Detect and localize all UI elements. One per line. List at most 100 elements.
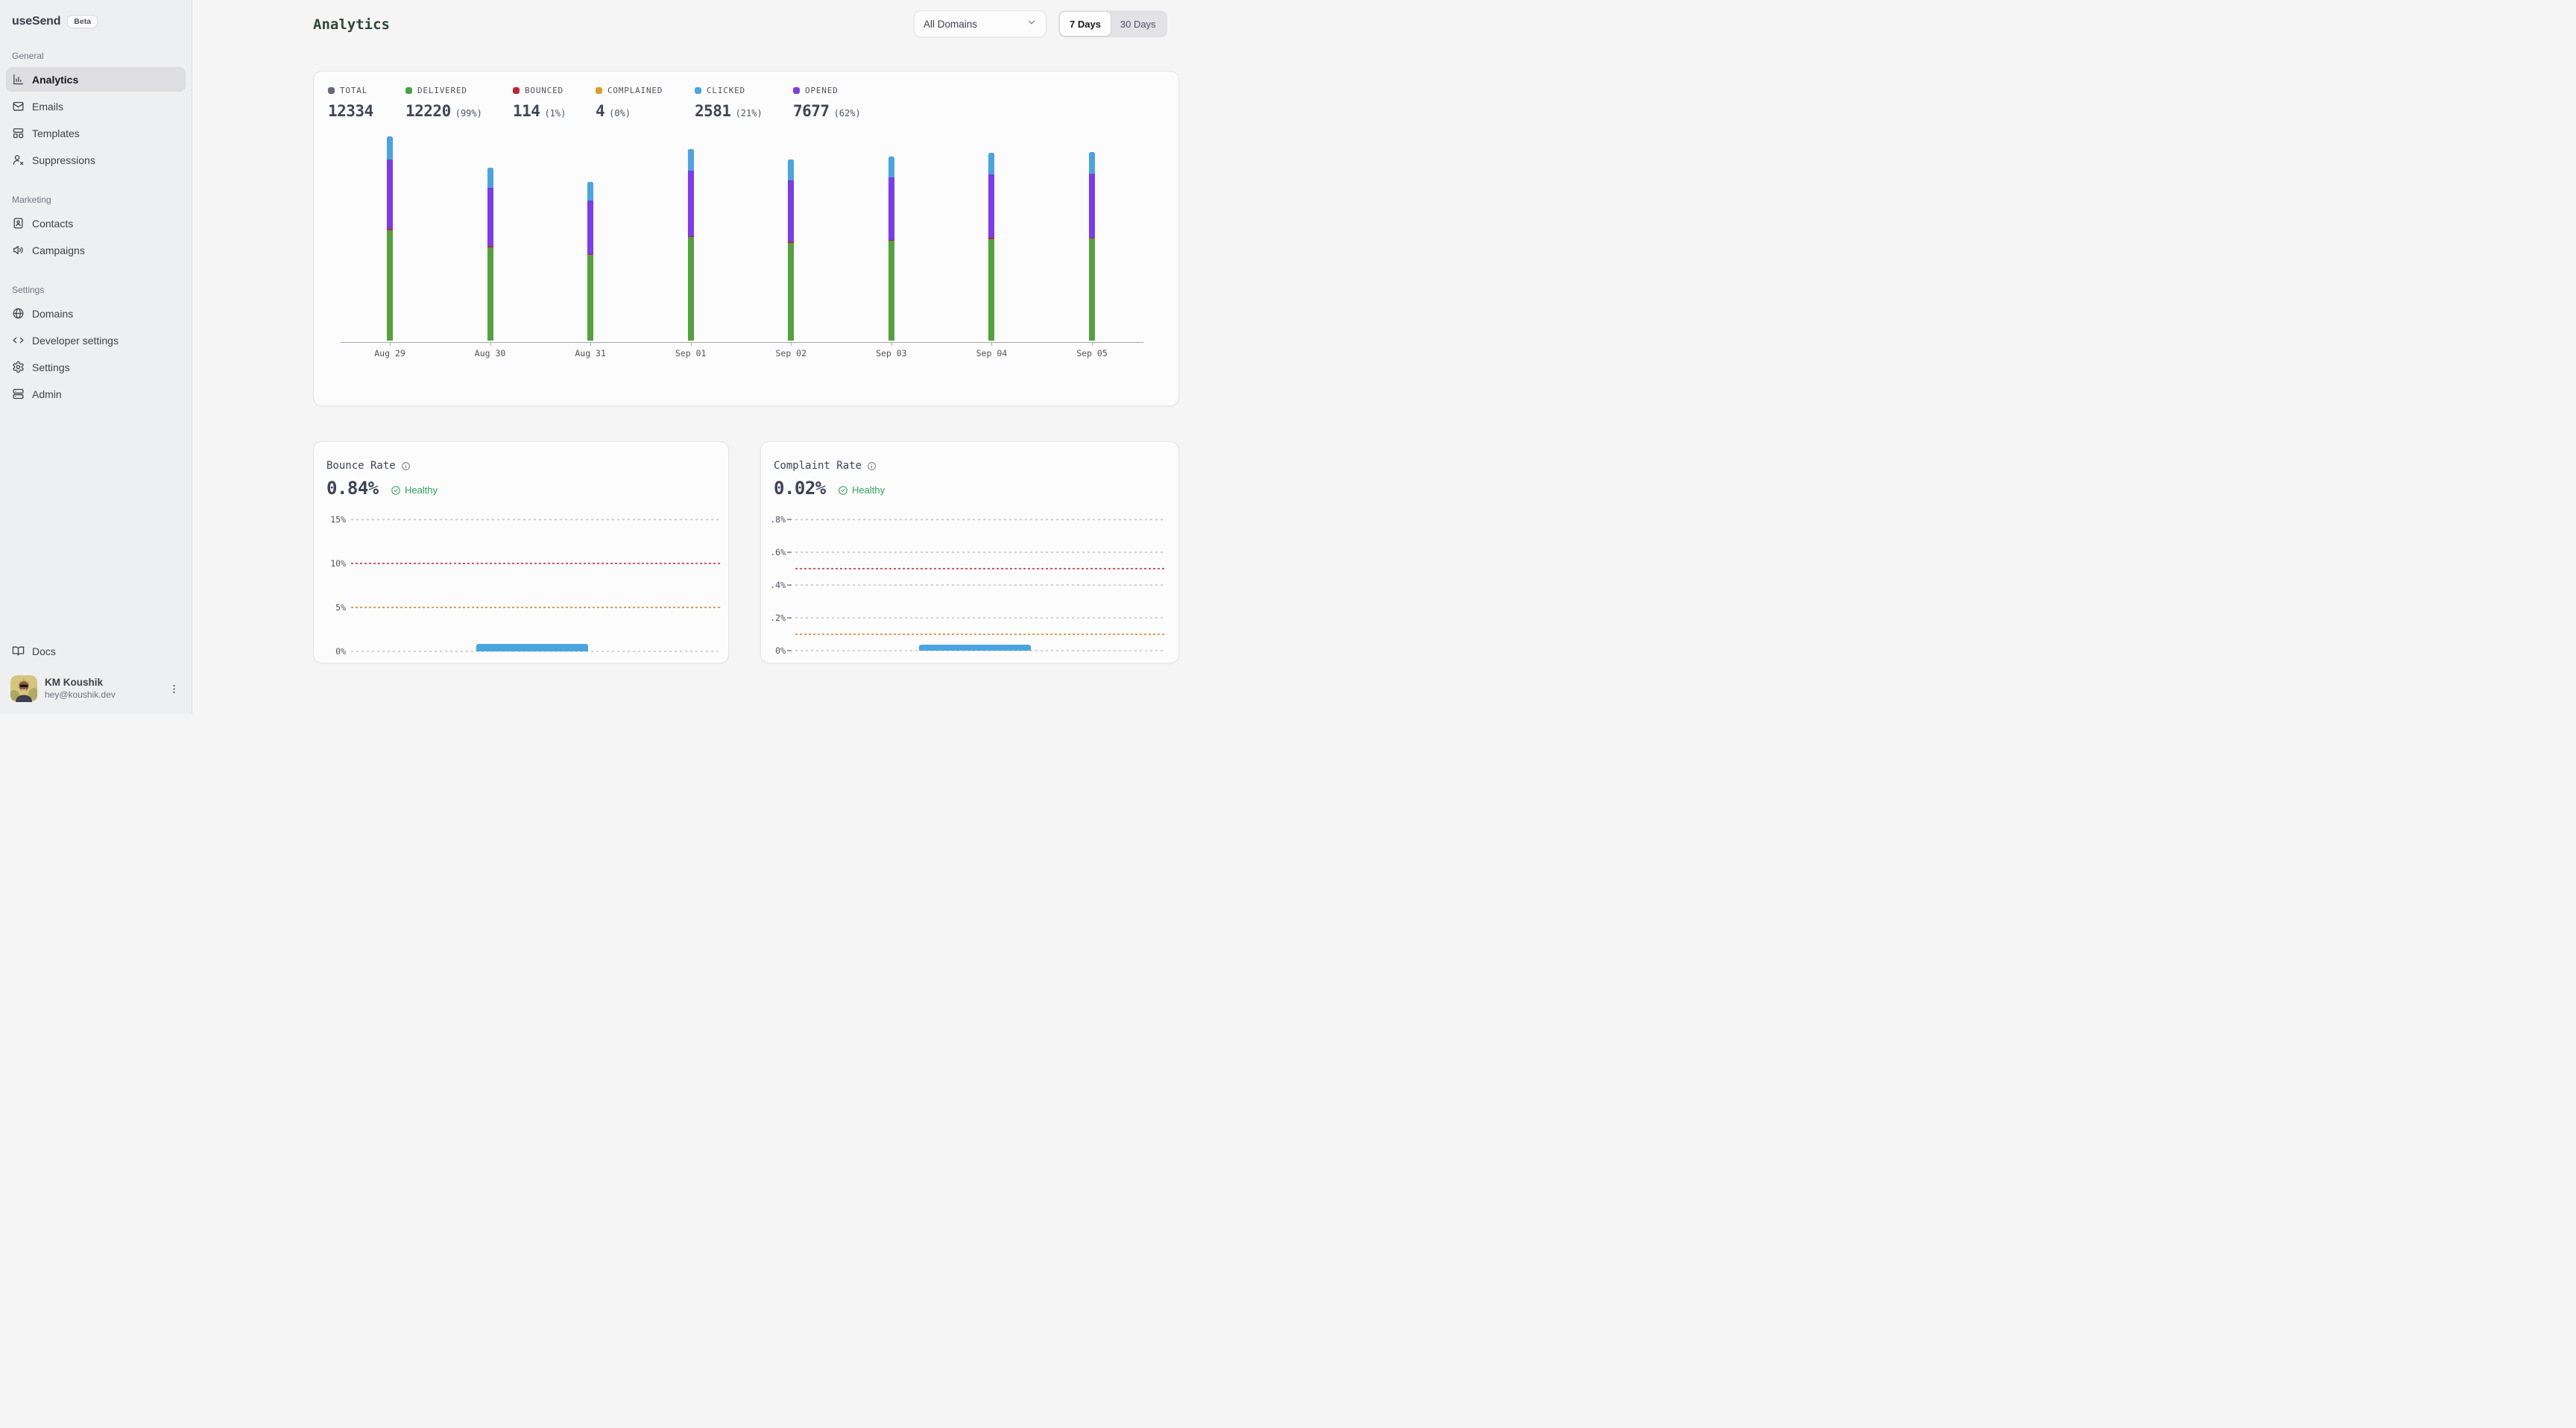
sidebar: useSend Beta General Analytics Emails Templ… — [0, 0, 192, 714]
sidebar-item-label: Admin — [32, 389, 62, 399]
sidebar-item-admin[interactable]: Admin — [6, 382, 186, 406]
x-axis-label: Aug 29 — [364, 348, 416, 358]
info-icon[interactable] — [867, 461, 877, 471]
bar-segment-opened — [487, 188, 493, 247]
legend-dot — [405, 87, 412, 94]
sidebar-item-label: Suppressions — [32, 155, 95, 165]
stat-percent: (21%) — [736, 108, 763, 119]
y-axis-tick — [787, 584, 792, 586]
bar-segment-delivered — [1089, 238, 1095, 341]
domain-filter-value: All Domains — [924, 19, 977, 30]
stat-delivered: DELIVERED 12220(99%) — [405, 85, 482, 120]
y-axis-tick — [787, 650, 792, 651]
sidebar-item-label: Emails — [32, 101, 63, 112]
stat-label: DELIVERED — [417, 86, 467, 95]
sidebar-item-label: Templates — [32, 128, 80, 139]
complaint-rate-card: Complaint Rate 0.02% Healthy .8%.6%.4%.2… — [760, 441, 1179, 663]
x-axis-tick — [490, 343, 491, 346]
date-range-toggle: 7 Days 30 Days — [1058, 10, 1167, 37]
complaint-rate-value: 0.02% — [774, 478, 826, 499]
x-axis-label: Aug 31 — [564, 348, 616, 358]
stat-label: BOUNCED — [525, 86, 564, 95]
status-label: Healthy — [405, 484, 438, 496]
stacked-bar-sep-04 — [988, 153, 994, 341]
stat-bounced: BOUNCED114(1%) — [513, 85, 566, 120]
stat-value-row: 12220(99%) — [405, 102, 482, 120]
app-name: useSend — [12, 15, 60, 28]
x-axis-tick — [390, 343, 391, 346]
x-axis-tick — [590, 343, 591, 346]
avatar — [10, 675, 37, 702]
stat-label: TOTAL — [340, 86, 367, 95]
x-axis-label: Sep 05 — [1066, 348, 1118, 358]
bar-segment-clicked — [487, 168, 493, 187]
sidebar-item-domains[interactable]: Domains — [6, 301, 186, 326]
y-axis-label: 0% — [324, 646, 346, 657]
legend-dot — [328, 87, 335, 94]
stacked-bar-aug-29 — [387, 136, 393, 341]
sidebar-item-suppressions[interactable]: Suppressions — [6, 148, 186, 172]
bounce-rate-card: Bounce Rate 0.84% Healthy 15%10%5%0% — [313, 441, 729, 663]
legend-dot — [793, 87, 800, 94]
sidebar-item-templates[interactable]: Templates — [6, 121, 186, 145]
domain-filter-select[interactable]: All Domains — [914, 10, 1046, 37]
x-axis-tick — [991, 343, 992, 346]
sidebar-item-analytics[interactable]: Analytics — [6, 67, 186, 92]
legend-dot — [596, 87, 602, 94]
bar-segment-clicked — [688, 149, 694, 171]
layout-icon — [12, 127, 25, 139]
mail-icon — [12, 100, 25, 113]
stacked-bar-sep-01 — [688, 149, 694, 341]
range-option-30-days[interactable]: 30 Days — [1111, 12, 1166, 36]
y-axis-label: 5% — [324, 602, 346, 613]
sidebar-item-label: Contacts — [32, 218, 73, 229]
sidebar-item-settings[interactable]: Settings — [6, 355, 186, 379]
sidebar-item-campaigns[interactable]: Campaigns — [6, 238, 186, 262]
user-name: KM Koushik — [45, 677, 116, 689]
stat-opened: OPENED 7677 (62%) — [793, 85, 861, 120]
sidebar-item-docs[interactable]: Docs — [6, 639, 186, 663]
stat-value-row: 2581 (21%) — [695, 102, 763, 120]
x-axis-label: Sep 04 — [965, 348, 1017, 358]
x-axis-tick — [691, 343, 692, 346]
chevron-down-icon — [1026, 17, 1037, 31]
app-logo: useSend Beta — [6, 10, 186, 33]
stat-label: CLICKED — [707, 86, 745, 95]
gridline--8- — [795, 519, 1166, 520]
nav-section-general: General Analytics Emails Templates Suppressi… — [6, 51, 186, 172]
info-icon[interactable] — [401, 461, 411, 471]
bar-segment-delivered — [888, 241, 894, 341]
stat-percent: (1%) — [544, 108, 566, 119]
kebab-menu-icon[interactable] — [166, 681, 181, 696]
x-axis-label: Sep 02 — [765, 348, 817, 358]
email-volume-card: TOTAL 12334 DELIVERED 12220(99%) BOUNCED114(… — [313, 71, 1179, 406]
beta-badge: Beta — [67, 15, 98, 28]
stat-value: 7677 — [793, 102, 830, 120]
user-menu[interactable]: KM Koushik hey@koushik.dev — [6, 671, 186, 707]
bar-segment-opened — [988, 174, 994, 238]
sidebar-item-contacts[interactable]: Contacts — [6, 211, 186, 236]
sidebar-nav: General Analytics Emails Templates Suppressi… — [6, 51, 186, 406]
x-axis-tick — [891, 343, 892, 346]
stat-header: OPENED — [793, 85, 861, 95]
bar-segment-clicked — [387, 136, 393, 159]
bar-segment-delivered — [487, 247, 493, 341]
bar-segment-delivered — [387, 230, 393, 341]
nav-section-label: General — [6, 51, 186, 61]
bar-segment-opened — [587, 200, 593, 254]
sidebar-item-label: Analytics — [32, 75, 78, 85]
range-option-7-days[interactable]: 7 Days — [1060, 12, 1111, 36]
x-axis-label: Sep 03 — [865, 348, 918, 358]
nav-section-marketing: MarketingContactsCampaigns — [6, 195, 186, 262]
sidebar-item-developer-settings[interactable]: Developer settings — [6, 328, 186, 353]
gridline--6- — [795, 552, 1166, 553]
stat-total: TOTAL 12334 — [328, 85, 373, 120]
stat-value-row: 12334 — [328, 102, 373, 120]
sidebar-item-emails[interactable]: Emails — [6, 94, 186, 119]
book-open-icon — [12, 645, 25, 657]
y-axis-label: .2% — [767, 613, 786, 623]
bar-segment-delivered — [587, 255, 593, 341]
stat-percent: (62%) — [834, 108, 861, 119]
gridline--2- — [795, 617, 1166, 619]
stat-value: 2581 — [695, 102, 731, 120]
